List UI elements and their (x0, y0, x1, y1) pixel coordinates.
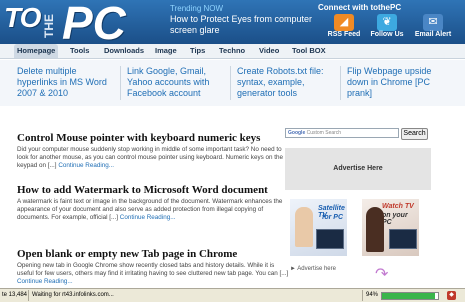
logo-to-text: TO (4, 2, 41, 33)
nav-image[interactable]: Image (155, 44, 177, 58)
status-text: Waiting for rt43.infolinks.com... (32, 292, 114, 298)
satellite-tv-ad[interactable]: Satellite TV for PC (290, 199, 347, 256)
rss-feed-label: RSS Feed (327, 31, 361, 38)
nav-techno[interactable]: Techno (219, 44, 245, 58)
trending-link[interactable]: How to Protect Eyes from computer screen… (170, 14, 340, 36)
status-left-text: te 13,484 (2, 292, 28, 298)
site-header: TO THE PC Trending NOW How to Protect Ey… (0, 0, 465, 49)
logo-pc-text: PC (62, 0, 126, 49)
search-placeholder: Custom Search (306, 130, 342, 136)
featured-link[interactable]: Link Google, Gmail, Yahoo accounts with … (127, 66, 227, 99)
follow-us-button[interactable]: ❦ Follow Us (366, 14, 408, 40)
advertise-here-link[interactable]: ► Advertise here (290, 266, 336, 272)
article-title[interactable]: Control Mouse pointer with keyboard nume… (17, 132, 289, 144)
watch-tv-ad[interactable]: Watch TV on your PC (362, 199, 419, 256)
ad-subtitle: for PC (322, 214, 343, 221)
advertise-here-box[interactable]: Advertise Here (285, 148, 431, 190)
browser-status-bar: te 13,484 Waiting for rt43.infolinks.com… (0, 288, 465, 302)
laptop-image (316, 229, 344, 249)
continue-reading-link[interactable]: Continue Reading... (17, 278, 73, 285)
continue-reading-link[interactable]: Continue Reading... (58, 162, 114, 169)
search-button[interactable]: Search (401, 128, 428, 140)
nav-homepage[interactable]: Homepage (14, 44, 59, 58)
nav-tools[interactable]: Tools (70, 44, 89, 58)
article-title[interactable]: Open blank or empty new Tab page in Chro… (17, 248, 289, 260)
featured-links: Delete multiple hyperlinks in MS Word 20… (0, 60, 465, 106)
featured-link[interactable]: Delete multiple hyperlinks in MS Word 20… (17, 66, 117, 99)
site-logo[interactable]: TO THE PC (2, 0, 142, 49)
divider (230, 66, 231, 100)
main-nav: Homepage Tools Downloads Image Tips Tech… (0, 44, 465, 59)
email-alert-label: Email Alert (414, 31, 452, 38)
continue-reading-link[interactable]: Continue Reading... (120, 214, 176, 221)
nav-downloads[interactable]: Downloads (104, 44, 144, 58)
search-input[interactable]: Google Custom Search (285, 128, 399, 138)
divider (340, 66, 341, 100)
divider (28, 290, 29, 301)
page-load-progress (381, 292, 439, 300)
featured-link[interactable]: Flip Webpage upside down in Chrome [PC p… (347, 66, 447, 99)
follow-us-label: Follow Us (370, 31, 404, 38)
sidebar: Google Custom Search Search Advertise He… (279, 108, 465, 288)
divider (362, 290, 363, 301)
email-icon: ✉ (423, 14, 443, 31)
progress-fill (382, 293, 435, 299)
person-figure (295, 207, 313, 247)
article-excerpt: Did your computer mouse suddenly stop wo… (17, 146, 284, 169)
rss-icon: ◢ (334, 14, 354, 31)
article: How to add Watermark to Microsoft Word d… (17, 184, 289, 222)
article-title[interactable]: How to add Watermark to Microsoft Word d… (17, 184, 289, 196)
twitter-bird-icon: ❦ (377, 14, 397, 31)
security-shield-icon[interactable]: ◆ (447, 291, 456, 300)
ad-title: Watch TV (382, 203, 414, 210)
progress-percent: 94% (366, 292, 379, 298)
rss-feed-button[interactable]: ◢ RSS Feed (323, 14, 365, 40)
article-excerpt: Opening new tab in Google Chrome show re… (17, 262, 289, 277)
nav-tips[interactable]: Tips (190, 44, 205, 58)
tv-image (389, 229, 417, 249)
connect-label: Connect with tothePC (318, 3, 402, 12)
email-alert-button[interactable]: ✉ Email Alert (412, 14, 454, 40)
main-content: Control Mouse pointer with keyboard nume… (0, 108, 288, 288)
curved-arrow-icon: ↷ (375, 266, 389, 283)
article: Open blank or empty new Tab page in Chro… (17, 248, 289, 286)
featured-link[interactable]: Create Robots.txt file: syntax, example,… (237, 66, 337, 99)
nav-toolbox[interactable]: Tool BOX (292, 44, 326, 58)
article: Control Mouse pointer with keyboard nume… (17, 132, 289, 170)
divider (120, 66, 121, 100)
ad-subtitle: on your PC (382, 212, 408, 226)
logo-the-text: THE (42, 14, 56, 38)
trending-label: Trending NOW (170, 4, 224, 13)
person-figure (366, 207, 384, 252)
nav-video[interactable]: Video (259, 44, 279, 58)
